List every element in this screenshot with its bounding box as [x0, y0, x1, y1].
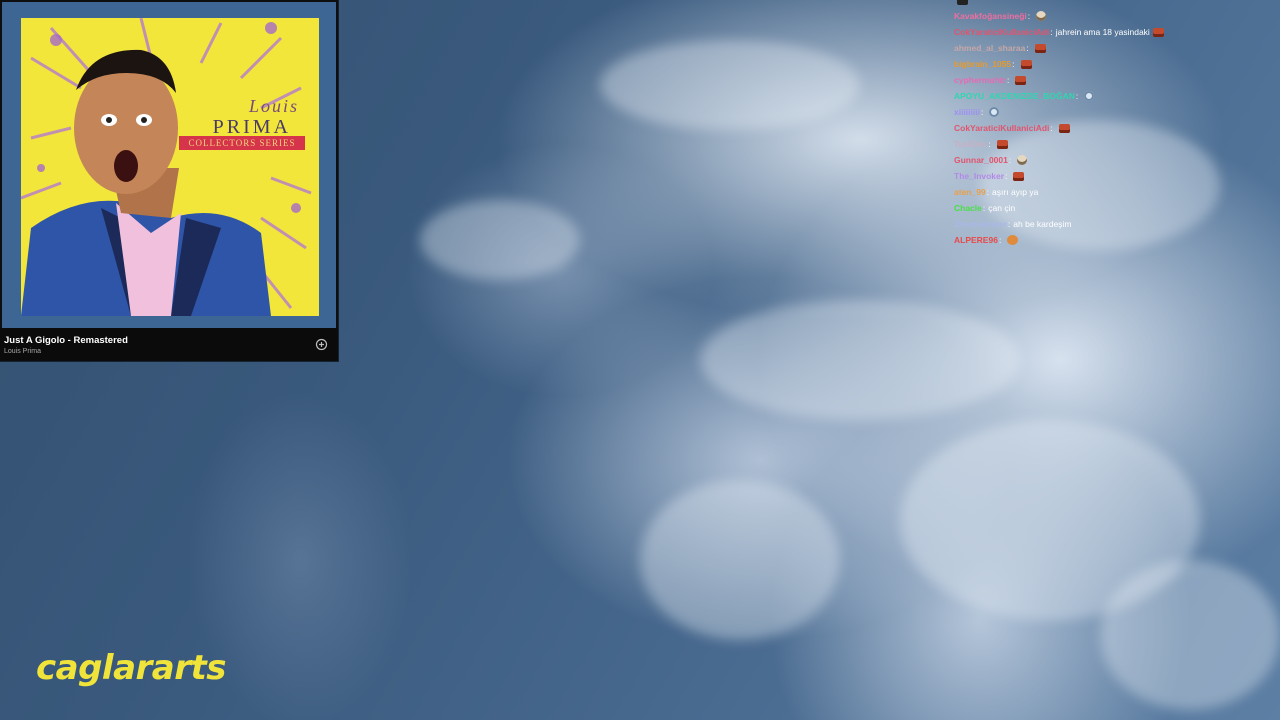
chat-username[interactable]: CokYaraticiKullaniciAdi [954, 120, 1049, 136]
chat-separator: : [980, 107, 984, 117]
chat-message: The_Invoker: [954, 168, 1274, 184]
chat-text: çan çin [988, 203, 1016, 213]
chat-username[interactable]: The_Invoker [954, 168, 1004, 184]
chat-username[interactable]: Kavakfoğansineği [954, 8, 1027, 24]
chat-emote-icon [996, 139, 1008, 149]
chat-separator: : [1005, 171, 1008, 181]
chat-emote-icon [1013, 171, 1025, 181]
channel-watermark: caglararts [36, 648, 227, 688]
chat-separator: : [986, 187, 990, 197]
plus-circle-icon[interactable] [315, 338, 328, 351]
chat-message: 2homelander: ah be kardeşim [954, 216, 1274, 232]
chat-message: ahmed_al_sharaa: [954, 40, 1274, 56]
chat-separator: : [1075, 91, 1079, 101]
chat-emote-icon [1015, 75, 1027, 85]
chat-message: bigbrain_1055: [954, 56, 1274, 72]
track-title: Just A Gigolo - Remastered [4, 335, 128, 346]
chat-username[interactable]: aten_99 [954, 184, 986, 200]
chat-username[interactable]: CokYaraticiKullaniciAdi [954, 24, 1049, 40]
chat-username[interactable]: Gunnar_0001 [954, 152, 1008, 168]
chat-emote-icon [1036, 11, 1047, 21]
chat-separator: : [1012, 59, 1015, 69]
chat-username[interactable]: Chacle [954, 200, 982, 216]
chat-message: ALPERE96: [954, 232, 1274, 248]
chat-message: APOYU_AKDENIZDE_BOĞAN: [954, 88, 1274, 104]
chat-separator: : [1008, 155, 1012, 165]
track-artist: Louis Prima [4, 348, 41, 355]
chat-username[interactable]: APOYU_AKDENIZDE_BOĞAN [954, 88, 1075, 104]
chat-emote-icon [1020, 59, 1032, 69]
album-artist-firstname: Louis [248, 96, 299, 116]
chat-username[interactable]: 2homelander [954, 216, 1007, 232]
chat-emote-icon [989, 107, 1000, 117]
chat-separator: : [1026, 43, 1029, 53]
chat-emote-icon [1084, 91, 1095, 101]
chat-separator: : [1006, 75, 1010, 85]
album-series-ribbon: COLLECTORS SERIES [179, 136, 305, 150]
chat-message: Kavakfoğansineği: [954, 8, 1274, 24]
chat-separator: : [982, 203, 986, 213]
chat-message: TurkDev: [954, 136, 1274, 152]
album-art-frame: Louis PRIMA COLLECTORS SERIES [2, 2, 336, 328]
chat-separator: : [1050, 27, 1053, 37]
chat-username[interactable]: xiiiiiiiii [954, 104, 980, 120]
chat-separator: : [1027, 11, 1031, 21]
now-playing-widget: Louis PRIMA COLLECTORS SERIES Just A Gig… [0, 0, 338, 361]
chat-overlay: Kavakfoğansineği: CokYaraticiKullaniciAdi… [954, 0, 1274, 248]
chat-username[interactable]: ALPERE96 [954, 232, 998, 248]
chat-message [954, 0, 1274, 8]
album-cover-illustration [21, 18, 312, 316]
chat-message: Chacle: çan çin [954, 200, 1274, 216]
chat-message: CokYaraticiKullaniciAdi: jahrein ama 18 y… [954, 24, 1274, 40]
chat-separator: : [1007, 219, 1011, 229]
chat-text: ah be kardeşim [1013, 219, 1072, 229]
chat-message: Gunnar_0001: [954, 152, 1274, 168]
chat-emote-icon [1007, 235, 1019, 245]
chat-text: jahrein ama 18 yasindaki [1055, 27, 1150, 37]
chat-username[interactable]: bigbrain_1055 [954, 56, 1011, 72]
chat-emote-icon [1152, 27, 1164, 37]
chat-username[interactable]: TurkDev [954, 136, 987, 152]
chat-separator: : [1050, 123, 1053, 133]
chat-message: CokYaraticiKullaniciAdi: [954, 120, 1274, 136]
chat-emote-icon [1017, 155, 1028, 165]
chat-username[interactable]: ahmed_al_sharaa [954, 40, 1025, 56]
chat-text: aşırı ayıp ya [992, 187, 1039, 197]
chat-emote-icon [1034, 43, 1046, 53]
chat-emote-icon [1058, 123, 1070, 133]
chat-username[interactable]: cyphermuhtr [954, 72, 1006, 88]
chat-message: cyphermuhtr: [954, 72, 1274, 88]
album-cover: Louis PRIMA COLLECTORS SERIES [21, 18, 319, 316]
chat-message: xiiiiiiiii: [954, 104, 1274, 120]
chat-message: aten_99: aşırı ayıp ya [954, 184, 1274, 200]
chat-separator: : [988, 139, 991, 149]
chat-separator: : [998, 235, 1002, 245]
chat-emote-icon [957, 0, 968, 5]
